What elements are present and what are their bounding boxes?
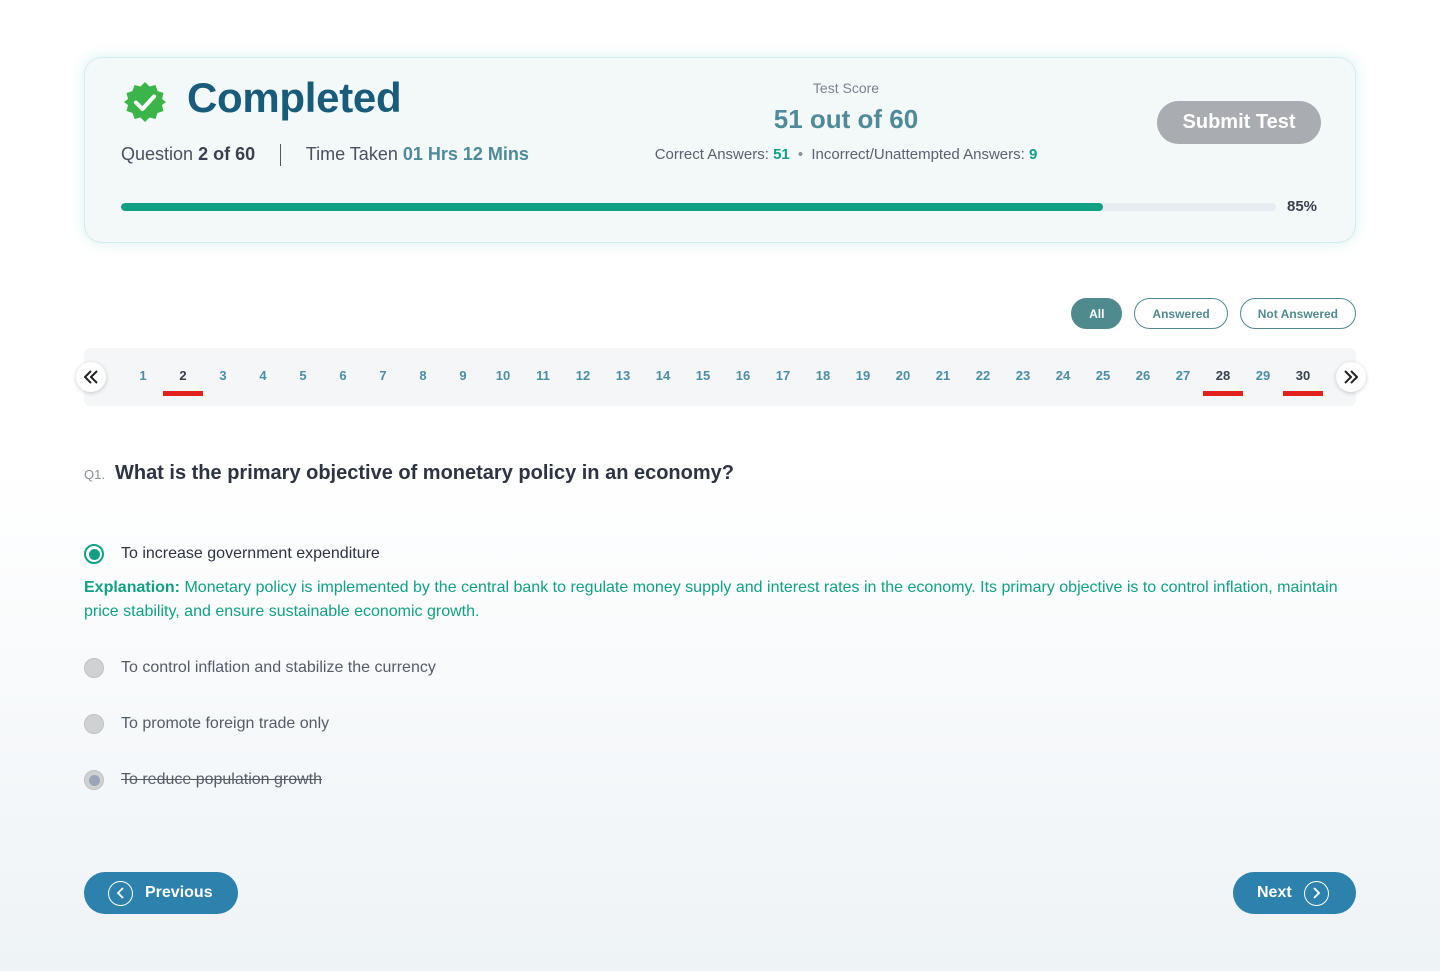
filter-answered[interactable]: Answered: [1134, 298, 1228, 329]
question-number: Q1.: [84, 467, 105, 482]
double-chevron-right-icon: [1344, 370, 1358, 384]
answers-summary: Correct Answers: 51 • Incorrect/Unattemp…: [638, 146, 1054, 163]
correct-count: 51: [773, 146, 790, 163]
question-number-3[interactable]: 3: [203, 368, 243, 383]
explanation-label: Explanation:: [84, 579, 181, 596]
option-3-text: To promote foreign trade only: [121, 715, 330, 732]
question-text: What is the primary objective of monetar…: [114, 462, 734, 484]
question-number-19[interactable]: 19: [843, 368, 883, 383]
result-summary-card: Completed Question 2 of 60 Time Taken 01…: [84, 57, 1356, 243]
question-number-25[interactable]: 25: [1083, 368, 1123, 383]
question-prefix: Question: [121, 144, 194, 164]
option-2[interactable]: To control inflation and stabilize the c…: [84, 658, 436, 678]
flag-marker: [1283, 391, 1323, 396]
question-position: 2 of 60: [198, 144, 256, 164]
previous-label: Previous: [145, 884, 213, 901]
question-filters: All Answered Not Answered: [1071, 298, 1356, 329]
question-number-2[interactable]: 2: [163, 368, 203, 396]
option-1-text: To increase government expenditure: [121, 545, 380, 562]
question-number-30[interactable]: 30: [1283, 368, 1323, 396]
question-heading: Q1. What is the primary objective of mone…: [84, 462, 734, 485]
question-number-1[interactable]: 1: [123, 368, 163, 383]
question-number-16[interactable]: 16: [723, 368, 763, 383]
question-navigator: 1 2 3 4 5 6 7 8 9 10 11 12 13 14 15 16 17 18 19 20 21 22 23 24 2…: [76, 348, 1366, 406]
progress-fill: [121, 203, 1103, 211]
question-number-17[interactable]: 17: [763, 368, 803, 383]
incorrect-count: 9: [1028, 146, 1038, 163]
question-number-14[interactable]: 14: [643, 368, 683, 383]
time-taken-value: 01 Hrs 12 Mins: [402, 144, 529, 164]
chevron-right-circle-icon: [1303, 880, 1329, 906]
question-number-27[interactable]: 27: [1163, 368, 1203, 383]
flag-marker: [163, 391, 203, 396]
next-button[interactable]: Next: [1233, 872, 1356, 914]
status-title: Completed: [187, 74, 402, 121]
score-label: Test Score: [812, 80, 880, 96]
question-number-29[interactable]: 29: [1243, 368, 1283, 383]
option-3[interactable]: To promote foreign trade only: [84, 714, 329, 734]
question-number-5[interactable]: 5: [283, 368, 323, 383]
option-1[interactable]: To increase government expenditure: [84, 544, 380, 564]
explanation: Explanation: Monetary policy is implemen…: [84, 576, 1344, 624]
option-4[interactable]: To reduce population growth: [84, 770, 322, 790]
question-number-26[interactable]: 26: [1123, 368, 1163, 383]
scroll-right-button[interactable]: [1336, 362, 1366, 392]
explanation-text: Monetary policy is implemented by the ce…: [84, 579, 1338, 620]
question-number-12[interactable]: 12: [563, 368, 603, 383]
next-label: Next: [1257, 884, 1292, 901]
chevron-left-circle-icon: [108, 880, 133, 906]
filter-not-answered[interactable]: Not Answered: [1239, 298, 1356, 329]
incorrect-label: Incorrect/Unattempted Answers:: [811, 146, 1025, 163]
flag-marker: [1203, 391, 1243, 396]
question-number-15[interactable]: 15: [683, 368, 723, 383]
scroll-left-button[interactable]: [76, 362, 106, 392]
question-number-11[interactable]: 11: [523, 368, 563, 383]
question-number-20[interactable]: 20: [883, 368, 923, 383]
divider: [280, 144, 282, 167]
filter-all[interactable]: All: [1071, 298, 1123, 329]
question-number-24[interactable]: 24: [1043, 368, 1083, 383]
double-chevron-left-icon: [84, 370, 98, 384]
question-number-22[interactable]: 22: [963, 368, 1003, 383]
test-meta: Question 2 of 60 Time Taken 01 Hrs 12 Mi…: [121, 144, 529, 167]
progress-label: 85%: [1287, 198, 1318, 215]
question-number-4[interactable]: 4: [243, 368, 283, 383]
question-number-10[interactable]: 10: [483, 368, 523, 383]
option-4-text: To reduce population growth: [121, 771, 323, 788]
question-number-6[interactable]: 6: [323, 368, 363, 383]
verified-badge-icon: [124, 82, 166, 122]
progress-bar: [121, 203, 1276, 211]
submit-test-button[interactable]: Submit Test: [1157, 101, 1321, 144]
time-prefix: Time Taken: [305, 144, 398, 164]
previous-button[interactable]: Previous: [84, 872, 238, 914]
option-2-radio[interactable]: [84, 658, 104, 678]
question-number-8[interactable]: 8: [403, 368, 443, 383]
question-number-9[interactable]: 9: [443, 368, 483, 383]
correct-label: Correct Answers:: [654, 146, 769, 163]
separator-dot: •: [797, 146, 804, 163]
question-number-13[interactable]: 13: [603, 368, 643, 383]
question-number-7[interactable]: 7: [363, 368, 403, 383]
score-value: 51 out of 60: [773, 104, 919, 134]
question-number-18[interactable]: 18: [803, 368, 843, 383]
question-number-28[interactable]: 28: [1203, 368, 1243, 396]
option-4-radio[interactable]: [84, 770, 104, 790]
question-number-23[interactable]: 23: [1003, 368, 1043, 383]
option-1-radio[interactable]: [84, 544, 104, 564]
question-number-21[interactable]: 21: [923, 368, 963, 383]
option-2-text: To control inflation and stabilize the c…: [121, 659, 436, 676]
option-3-radio[interactable]: [84, 714, 104, 734]
